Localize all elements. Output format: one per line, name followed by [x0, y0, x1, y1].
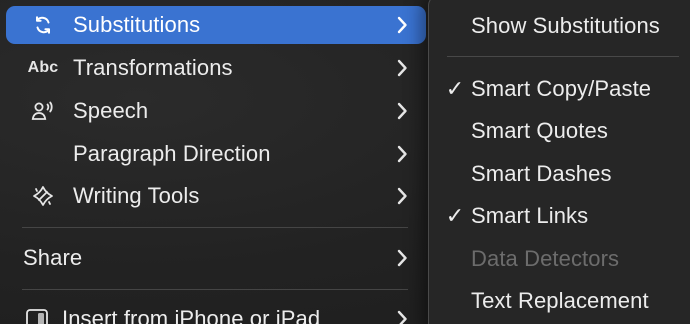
- submenu-item-show-substitutions[interactable]: Show Substitutions: [429, 7, 690, 45]
- menu-item-insert-from-iphone[interactable]: Insert from iPhone or iPad: [6, 300, 426, 324]
- substitutions-submenu: Show Substitutions ✓ Smart Copy/Paste Sm…: [428, 0, 690, 324]
- submenu-item-smart-quotes[interactable]: Smart Quotes: [429, 112, 690, 150]
- speech-icon: [26, 98, 60, 124]
- menu-item-share[interactable]: Share: [6, 239, 426, 277]
- menu-item-writing-tools[interactable]: Writing Tools: [6, 177, 426, 215]
- chevron-right-icon: [397, 59, 407, 77]
- menu-item-label: Share: [23, 245, 83, 270]
- substitutions-icon: [26, 12, 60, 38]
- menu-separator: [22, 227, 408, 228]
- chevron-right-icon: [397, 310, 407, 324]
- menu-item-paragraph-direction[interactable]: Paragraph Direction: [6, 135, 426, 173]
- checkmark-icon: ✓: [445, 76, 465, 101]
- submenu-item-text-replacement[interactable]: Text Replacement: [429, 282, 690, 320]
- writing-tools-icon: [26, 183, 60, 209]
- menu-item-label: Paragraph Direction: [73, 141, 271, 166]
- submenu-item-label: Show Substitutions: [471, 13, 660, 38]
- menu-separator: [22, 289, 408, 290]
- submenu-item-label: Smart Dashes: [471, 161, 612, 186]
- submenu-item-data-detectors: Data Detectors: [429, 240, 690, 278]
- submenu-separator: [447, 56, 679, 57]
- chevron-right-icon: [397, 16, 407, 34]
- menu-item-substitutions[interactable]: Substitutions: [6, 6, 426, 44]
- submenu-item-label: Smart Quotes: [471, 118, 608, 143]
- chevron-right-icon: [397, 249, 407, 267]
- submenu-item-label: Text Replacement: [471, 288, 649, 313]
- context-menu: Substitutions Abc Transformations Speech: [0, 0, 430, 324]
- abc-icon: Abc: [27, 59, 59, 76]
- chevron-right-icon: [397, 102, 407, 120]
- submenu-item-label: Data Detectors: [471, 246, 620, 271]
- checkmark-icon: ✓: [445, 203, 465, 228]
- submenu-item-smart-dashes[interactable]: Smart Dashes: [429, 155, 690, 193]
- menu-item-label: Writing Tools: [73, 183, 200, 208]
- submenu-item-smart-links[interactable]: ✓ Smart Links: [429, 197, 690, 235]
- submenu-item-label: Smart Links: [471, 203, 589, 228]
- iphone-icon: [20, 306, 54, 324]
- submenu-item-label: Smart Copy/Paste: [471, 76, 652, 101]
- menu-item-label: Insert from iPhone or iPad: [62, 306, 321, 324]
- submenu-item-smart-copy-paste[interactable]: ✓ Smart Copy/Paste: [429, 70, 690, 108]
- context-menu-screen: Substitutions Abc Transformations Speech: [0, 0, 690, 324]
- menu-item-transformations[interactable]: Abc Transformations: [6, 49, 426, 87]
- menu-item-label: Transformations: [73, 55, 233, 80]
- menu-item-speech[interactable]: Speech: [6, 92, 426, 130]
- menu-item-label: Speech: [73, 98, 149, 123]
- chevron-right-icon: [397, 145, 407, 163]
- menu-item-label: Substitutions: [73, 12, 201, 37]
- chevron-right-icon: [397, 187, 407, 205]
